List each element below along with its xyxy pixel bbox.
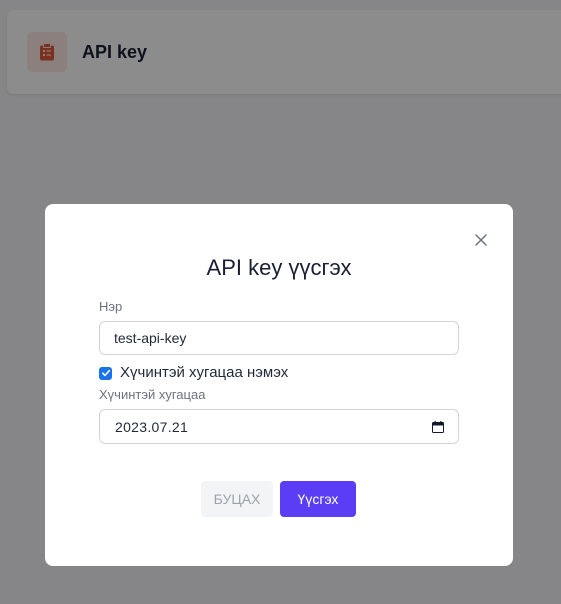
name-field-label: Нэр — [99, 299, 123, 314]
expiry-checkbox[interactable] — [99, 366, 112, 380]
close-icon — [475, 234, 487, 246]
checkmark-icon — [101, 369, 110, 377]
expiry-checkbox-row[interactable]: Хүчинтэй хугацаа нэмэх — [99, 364, 288, 382]
close-button[interactable] — [471, 230, 491, 250]
cancel-button[interactable]: БУЦАХ — [201, 481, 273, 517]
create-button[interactable]: Үүсгэх — [280, 481, 356, 517]
expiry-date-value[interactable]: 2023.07.21 — [115, 419, 188, 435]
modal-title: API key үүсгэх — [206, 255, 352, 280]
calendar-icon[interactable] — [432, 420, 444, 433]
expiry-date-input[interactable]: 2023.07.21 — [99, 409, 459, 444]
create-api-key-modal: API key үүсгэх Нэр Хүчинтэй хугацаа нэмэ… — [45, 204, 513, 566]
name-input[interactable] — [99, 321, 459, 355]
expiry-field-label: Хүчинтэй хугацаа — [99, 387, 206, 402]
expiry-checkbox-label[interactable]: Хүчинтэй хугацаа нэмэх — [120, 364, 288, 382]
